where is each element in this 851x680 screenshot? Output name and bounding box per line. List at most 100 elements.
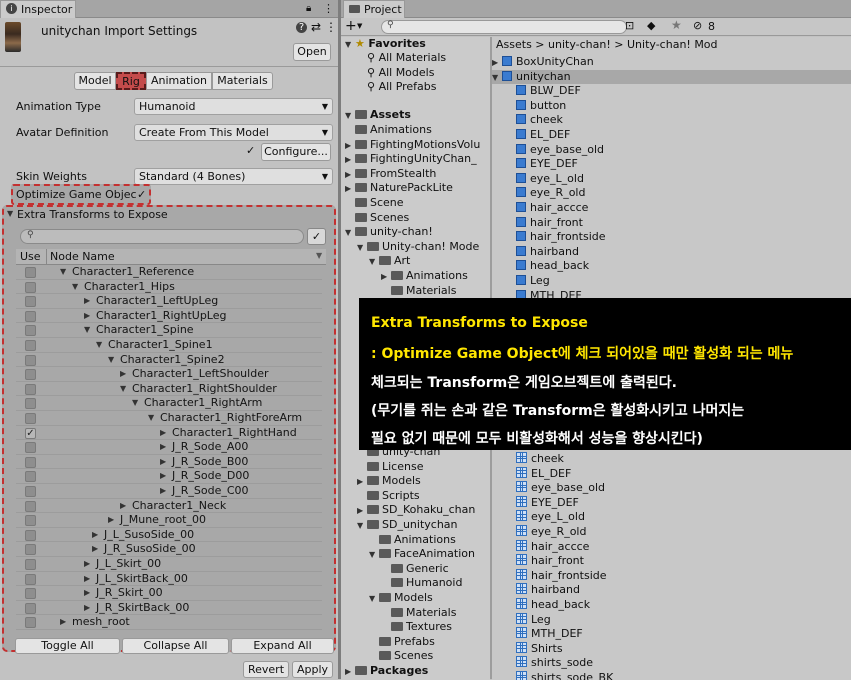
use-checkbox[interactable] bbox=[25, 325, 36, 337]
list-item[interactable]: Humanoid bbox=[381, 576, 462, 591]
list-item[interactable]: Scene bbox=[345, 196, 404, 211]
use-checkbox[interactable] bbox=[25, 500, 36, 512]
foldout-arrow-icon[interactable]: ▶ bbox=[357, 475, 367, 489]
list-item[interactable]: shirts_sode bbox=[506, 656, 593, 671]
foldout-arrow-icon[interactable]: ▶ bbox=[120, 499, 126, 513]
list-item[interactable]: Leg bbox=[506, 612, 551, 628]
list-item[interactable]: Generic bbox=[381, 562, 449, 577]
use-checkbox[interactable] bbox=[25, 602, 36, 614]
use-checkbox[interactable] bbox=[25, 529, 36, 541]
preset-icon[interactable]: ⇄ bbox=[311, 20, 321, 34]
animation-type-dropdown[interactable]: Humanoid ▼ bbox=[134, 98, 333, 115]
list-item[interactable]: EL_DEF bbox=[506, 128, 570, 143]
label-icon[interactable]: ◆ bbox=[647, 19, 655, 32]
toggle-check-button[interactable]: ✓ bbox=[307, 228, 326, 245]
list-item[interactable]: eye_L_old bbox=[506, 172, 584, 187]
list-item[interactable]: Prefabs bbox=[369, 635, 435, 650]
configure-button[interactable]: Configure... bbox=[261, 143, 331, 161]
chevron-down-icon[interactable]: ▼ bbox=[357, 22, 362, 30]
use-checkbox[interactable] bbox=[25, 456, 36, 468]
list-item[interactable]: Textures bbox=[381, 620, 452, 635]
list-item[interactable]: hairband bbox=[506, 245, 579, 260]
list-item[interactable]: Animations bbox=[345, 123, 432, 138]
use-checkbox[interactable] bbox=[25, 515, 36, 527]
list-item[interactable]: ▶ Animations bbox=[381, 269, 468, 284]
list-item[interactable]: BLW_DEF bbox=[506, 84, 581, 99]
list-item[interactable]: ▼ FaceAnimation bbox=[369, 547, 475, 562]
use-checkbox[interactable] bbox=[25, 544, 36, 556]
expand-all-button[interactable]: Expand All bbox=[231, 638, 334, 654]
list-item[interactable]: Materials bbox=[381, 284, 456, 299]
foldout-arrow-icon[interactable]: ▼ bbox=[108, 353, 114, 367]
foldout-arrow-icon[interactable]: ▶ bbox=[160, 426, 166, 440]
list-item[interactable]: hair_front bbox=[506, 554, 584, 569]
foldout-arrow-icon[interactable]: ▼ bbox=[60, 265, 66, 279]
list-item[interactable]: ▶ FromStealth bbox=[345, 167, 436, 182]
foldout-arrow-icon[interactable]: ▼ bbox=[357, 519, 367, 533]
list-item[interactable]: EYE_DEF bbox=[506, 157, 578, 172]
list-item[interactable]: eye_base_old bbox=[506, 143, 604, 158]
breadcrumb-unity-chan[interactable]: unity-chan! bbox=[548, 38, 611, 51]
list-item[interactable]: ▼ unitychan bbox=[492, 69, 851, 85]
list-item[interactable]: Scenes bbox=[369, 649, 433, 664]
foldout-arrow-icon[interactable]: ▶ bbox=[84, 309, 90, 323]
foldout-arrow-icon[interactable]: ▶ bbox=[92, 528, 98, 542]
list-item[interactable]: cheek bbox=[506, 452, 564, 467]
list-item[interactable]: EYE_DEF bbox=[506, 495, 579, 511]
column-node-name[interactable]: Node Name bbox=[50, 250, 115, 263]
project-search-input[interactable]: ⚲ bbox=[381, 20, 627, 34]
list-item[interactable]: hair_accce bbox=[506, 539, 589, 555]
foldout-arrow-icon[interactable]: ▼ bbox=[369, 255, 379, 269]
add-icon[interactable]: + bbox=[345, 18, 357, 34]
use-checkbox[interactable] bbox=[25, 442, 36, 454]
use-checkbox[interactable] bbox=[25, 340, 36, 351]
list-item[interactable]: hair_front bbox=[506, 216, 583, 231]
tab-model[interactable]: Model bbox=[74, 72, 116, 90]
list-item[interactable]: head_back bbox=[506, 598, 590, 613]
open-button[interactable]: Open bbox=[293, 43, 331, 61]
avatar-definition-dropdown[interactable]: Create From This Model ▼ bbox=[134, 124, 333, 141]
favorites-header[interactable]: ▼ ★ Favorites bbox=[345, 37, 426, 52]
revert-button[interactable]: Revert bbox=[243, 661, 289, 678]
foldout-arrow-icon[interactable]: ▶ bbox=[160, 484, 166, 498]
column-use[interactable]: Use bbox=[20, 250, 41, 263]
tab-rig[interactable]: Rig bbox=[116, 72, 146, 90]
list-item[interactable]: ⚲ All Prefabs bbox=[357, 80, 437, 95]
tab-animation[interactable]: Animation bbox=[146, 72, 212, 90]
foldout-arrow-icon[interactable]: ▶ bbox=[84, 294, 90, 308]
foldout-arrow-icon[interactable]: ▶ bbox=[160, 469, 166, 483]
tab-inspector[interactable]: i Inspector bbox=[0, 0, 76, 18]
list-item[interactable]: ▼ Unity-chan! Mode bbox=[357, 240, 479, 255]
foldout-arrow-icon[interactable]: ▼ bbox=[84, 323, 90, 337]
foldout-arrow-icon[interactable]: ▶ bbox=[160, 455, 166, 469]
use-checkbox[interactable] bbox=[25, 310, 36, 322]
assets-header[interactable]: ▼ Assets bbox=[345, 108, 411, 123]
node-search-input[interactable]: ⚲ bbox=[20, 229, 304, 244]
star-icon[interactable]: ★ bbox=[671, 18, 682, 32]
foldout-arrow-icon[interactable]: ▶ bbox=[84, 601, 90, 615]
skin-weights-dropdown[interactable]: Standard (4 Bones) ▼ bbox=[134, 168, 333, 185]
foldout-arrow-icon[interactable]: ▼ bbox=[72, 280, 78, 294]
lock-icon[interactable]: 🔒︎ bbox=[306, 3, 311, 14]
toggle-all-button[interactable]: Toggle All bbox=[15, 638, 120, 654]
apply-button[interactable]: Apply bbox=[292, 661, 333, 678]
use-checkbox[interactable] bbox=[25, 267, 36, 278]
use-checkbox[interactable] bbox=[25, 588, 36, 600]
list-item[interactable]: Scripts bbox=[357, 489, 420, 504]
breadcrumb-assets[interactable]: Assets bbox=[496, 38, 532, 51]
list-item[interactable]: Animations bbox=[369, 533, 456, 548]
foldout-arrow-icon[interactable]: ▼ bbox=[120, 382, 126, 396]
use-checkbox[interactable] bbox=[25, 354, 36, 366]
tab-materials[interactable]: Materials bbox=[212, 72, 273, 90]
use-checkbox[interactable]: ✓ bbox=[25, 427, 36, 439]
foldout-arrow-icon[interactable]: ▼ bbox=[492, 71, 502, 85]
foldout-arrow-icon[interactable]: ▶ bbox=[92, 542, 98, 556]
packages-header[interactable]: ▶ Packages bbox=[345, 664, 428, 679]
optimize-game-object-row[interactable]: Optimize Game Objec ✓ bbox=[11, 184, 151, 205]
list-item[interactable]: button bbox=[506, 99, 566, 114]
list-item[interactable]: Scenes bbox=[345, 211, 409, 226]
use-checkbox[interactable] bbox=[25, 413, 36, 424]
list-item[interactable]: License bbox=[357, 460, 423, 475]
use-checkbox[interactable] bbox=[25, 471, 36, 483]
filter-by-type-icon[interactable]: ⊡ bbox=[625, 19, 634, 32]
